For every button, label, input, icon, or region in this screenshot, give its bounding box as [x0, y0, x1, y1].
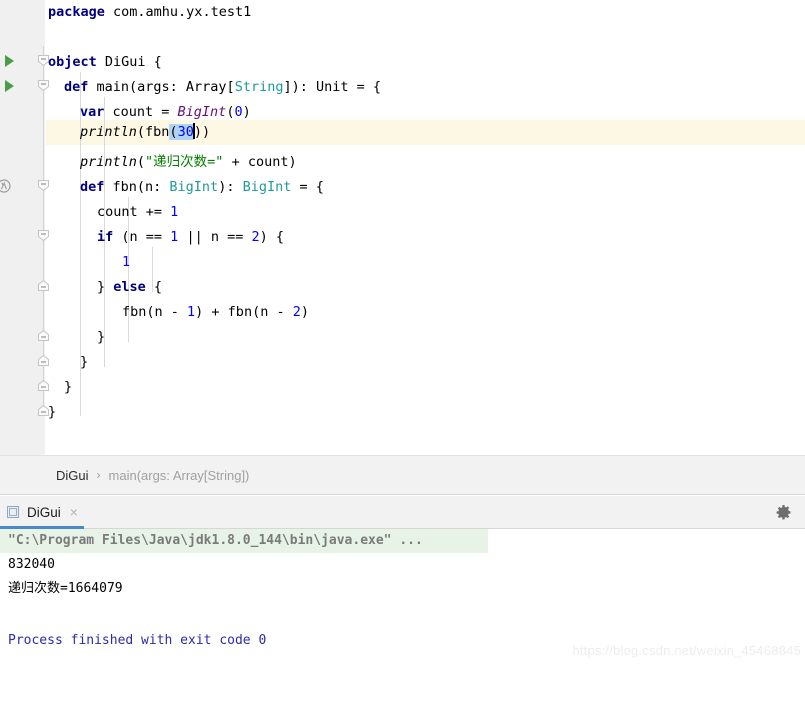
console-output-line-3: 递归次数=1664079 — [8, 581, 123, 596]
code-token: } — [97, 329, 106, 345]
code-token: def — [64, 79, 89, 95]
code-line-15[interactable]: } — [0, 350, 805, 375]
code-token: println — [80, 154, 137, 170]
code-line-6-text: println(fbn(30)) — [80, 120, 210, 145]
code-token: ( — [136, 154, 146, 170]
code-token: ) { — [259, 229, 284, 245]
code-line-1[interactable]: package com.amhu.yx.test1 — [0, 0, 805, 25]
console-output-line-2: 832040 — [8, 557, 55, 572]
console-tab-digui[interactable]: DiGui × — [0, 496, 90, 528]
gear-icon[interactable] — [775, 504, 792, 521]
code-line-9-text: count += 1 — [97, 200, 178, 225]
breadcrumb-item-main[interactable]: main(args: Array[String]) — [109, 468, 250, 483]
console-tab-label: DiGui — [27, 504, 61, 520]
code-token: ) — [300, 304, 309, 320]
code-token: fbn(n: — [104, 179, 170, 195]
code-token: count += — [97, 204, 171, 220]
code-line-10-text: if (n == 1 || n == 2) { — [97, 225, 284, 250]
code-token: com.amhu.yx.test1 — [104, 4, 252, 20]
code-line-13[interactable]: fbn(n - 1) + fbn(n - 2) — [0, 300, 805, 325]
breadcrumb-separator-icon: › — [96, 468, 101, 482]
code-token: 30 — [177, 124, 194, 140]
code-token: ( — [169, 124, 178, 140]
code-token: + count) — [223, 154, 297, 170]
code-token: (n == — [113, 229, 171, 245]
code-line-7[interactable]: println("递归次数=" + count) — [0, 150, 805, 175]
code-token: fbn(n - — [122, 304, 188, 320]
code-token: } — [64, 379, 73, 395]
code-token: 1 — [187, 304, 196, 320]
code-line-1-text: package com.amhu.yx.test1 — [48, 0, 251, 25]
code-token: main(args: Array[ — [88, 79, 235, 95]
code-token: println — [80, 124, 137, 140]
code-token: } — [48, 404, 57, 420]
code-line-14-text: } — [97, 325, 105, 350]
code-line-10[interactable]: if (n == 1 || n == 2) { — [0, 225, 805, 250]
code-token: ]): Unit = { — [283, 79, 382, 95]
code-line-16[interactable]: } — [0, 375, 805, 400]
code-line-17[interactable]: } — [0, 400, 805, 425]
watermark: https://blog.csdn.net/weixin_45468845 — [572, 643, 801, 658]
code-token: String — [234, 79, 284, 95]
code-line-2[interactable] — [0, 25, 805, 50]
code-line-4[interactable]: def main(args: Array[String]): Unit = { — [0, 75, 805, 100]
code-editor[interactable]: package com.amhu.yx.test1 object DiGui {… — [0, 0, 805, 455]
code-line-4-text: def main(args: Array[String]): Unit = { — [64, 75, 381, 100]
console-output-line-1: "C:\Program Files\Java\jdk1.8.0_144\bin\… — [8, 533, 423, 548]
code-line-11-text: 1 — [122, 250, 130, 275]
code-token: } — [97, 279, 114, 295]
code-content[interactable]: package com.amhu.yx.test1 object DiGui {… — [0, 0, 805, 455]
code-token: } — [80, 354, 89, 370]
console-output-line-5: Process finished with exit code 0 — [8, 633, 267, 648]
code-token: BigInt — [177, 104, 227, 120]
code-line-16-text: } — [64, 375, 72, 400]
code-token: BigInt — [242, 179, 292, 195]
code-token: { — [145, 279, 163, 295]
code-token: 1 — [122, 254, 131, 270]
code-token: count = — [104, 104, 178, 120]
code-token: || n == — [178, 229, 252, 245]
code-line-7-text: println("递归次数=" + count) — [80, 150, 297, 175]
run-console-panel: DiGui × "C:\Program Files\Java\jdk1.8.0_… — [0, 496, 805, 666]
close-icon[interactable]: × — [70, 505, 78, 519]
code-token: = { — [291, 179, 324, 195]
code-token: BigInt — [169, 179, 219, 195]
code-line-3[interactable]: object DiGui { — [0, 50, 805, 75]
code-line-11[interactable]: 1 — [0, 250, 805, 275]
code-token: 2 — [292, 304, 301, 320]
code-token: ) — [242, 104, 251, 120]
code-line-14[interactable]: } — [0, 325, 805, 350]
code-token: )) — [193, 124, 211, 140]
code-token: if — [97, 229, 114, 245]
breadcrumb-item-digui[interactable]: DiGui — [56, 468, 89, 483]
code-token: 0 — [234, 104, 243, 120]
code-token: object — [48, 54, 97, 70]
code-token: else — [113, 279, 146, 295]
code-token: "递归次数=" — [145, 154, 224, 170]
console-tab-bar: DiGui × — [0, 496, 805, 529]
code-line-8[interactable]: def fbn(n: BigInt): BigInt = { — [0, 175, 805, 200]
code-token: ) + fbn(n - — [195, 304, 293, 320]
code-token: 1 — [170, 204, 179, 220]
breadcrumb[interactable]: DiGui › main(args: Array[String]) — [0, 455, 805, 495]
code-token: 2 — [251, 229, 260, 245]
code-line-6[interactable]: println(fbn(30)) — [0, 120, 805, 145]
code-line-8-text: def fbn(n: BigInt): BigInt = { — [80, 175, 324, 200]
application-icon — [6, 505, 20, 519]
code-line-12[interactable]: } else { — [0, 275, 805, 300]
code-token: package — [48, 4, 105, 20]
code-token: DiGui { — [96, 54, 162, 70]
code-token: def — [80, 179, 105, 195]
code-token: var — [80, 104, 105, 120]
code-token: (fbn — [136, 124, 170, 140]
code-line-3-text: object DiGui { — [48, 50, 162, 75]
code-line-12-text: } else { — [97, 275, 162, 300]
code-line-9[interactable]: count += 1 — [0, 200, 805, 225]
code-token: ): — [218, 179, 243, 195]
code-line-17-text: } — [48, 400, 56, 425]
code-line-13-text: fbn(n - 1) + fbn(n - 2) — [122, 300, 309, 325]
code-line-15-text: } — [80, 350, 88, 375]
